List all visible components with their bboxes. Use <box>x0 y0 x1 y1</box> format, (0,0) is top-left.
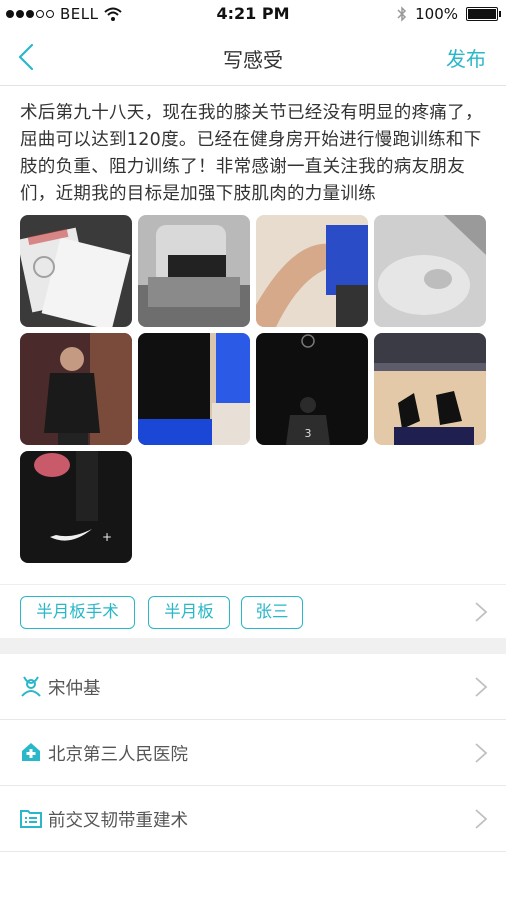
chevron-right-icon <box>475 677 488 697</box>
hospital-icon <box>22 743 40 761</box>
surgery-row[interactable]: 前交叉韧带重建术 <box>0 786 506 852</box>
section-divider <box>0 638 506 654</box>
publish-button[interactable]: 发布 <box>446 43 486 72</box>
surgery-name: 前交叉韧带重建术 <box>48 811 188 831</box>
hospital-row[interactable]: 北京第三人民医院 <box>0 720 506 786</box>
status-right: 100% <box>397 5 501 23</box>
chevron-right-icon <box>475 809 488 829</box>
battery-percent: 100% <box>415 5 458 23</box>
bluetooth-icon <box>397 6 407 22</box>
chevron-right-icon <box>475 602 488 622</box>
photo-nike-shoe[interactable]: + <box>20 451 132 563</box>
photo-basketball-player[interactable]: 3 <box>256 333 368 445</box>
chevron-right-icon <box>475 743 488 763</box>
photo-man-portrait[interactable] <box>20 333 132 445</box>
doctor-name: 宋仲基 <box>48 679 101 699</box>
tags-row[interactable]: 半月板手术 半月板 张三 <box>0 584 506 638</box>
status-bar: BELL 4:21 PM 100% <box>0 0 506 28</box>
jersey-number: 3 <box>305 427 312 440</box>
post-text[interactable]: 术后第九十八天，现在我的膝关节已经没有明显的疼痛了，屈曲可以达到120度。已经在… <box>20 100 488 208</box>
tag-item[interactable]: 半月板 <box>148 596 230 629</box>
battery-icon <box>466 7 501 21</box>
photo-certificate[interactable] <box>20 215 132 327</box>
tag-item[interactable]: 半月板手术 <box>20 596 135 629</box>
photo-legs[interactable] <box>256 215 368 327</box>
page-title: 写感受 <box>223 48 283 72</box>
tag-item[interactable]: 张三 <box>241 596 303 629</box>
svg-text:+: + <box>102 530 112 544</box>
doctor-icon <box>21 676 41 697</box>
hospital-name: 北京第三人民医院 <box>48 745 188 765</box>
photo-gym-court[interactable] <box>374 333 486 445</box>
photo-knee[interactable] <box>374 215 486 327</box>
nav-bar: 写感受 发布 <box>0 28 506 86</box>
folder-list-icon <box>20 810 42 828</box>
photo-blue-sleeve[interactable] <box>138 333 250 445</box>
doctor-row[interactable]: 宋仲基 <box>0 654 506 720</box>
photo-knee-brace[interactable] <box>138 215 250 327</box>
